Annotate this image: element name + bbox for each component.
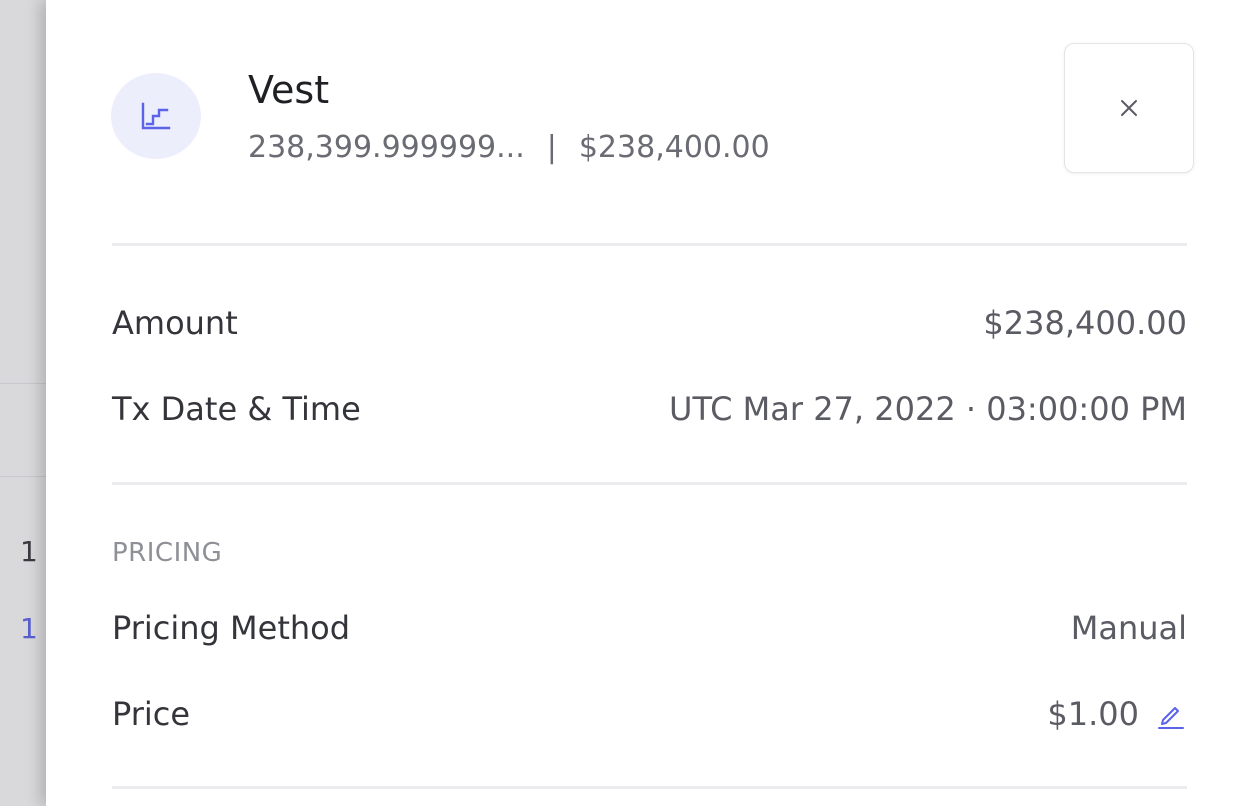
section-divider	[112, 243, 1187, 246]
background-divider	[0, 476, 46, 477]
pricing-method-value: Manual	[1070, 609, 1187, 647]
close-button[interactable]	[1064, 43, 1194, 173]
pricing-section-label: PRICING	[112, 538, 223, 568]
amount-value: $238,400.00	[983, 304, 1187, 342]
background-page: 1 1	[0, 0, 46, 806]
amount-row: Amount $238,400.00	[112, 301, 1187, 345]
datetime-label: Tx Date & Time	[112, 390, 361, 428]
section-divider	[112, 786, 1187, 789]
price-row: Price $1.00	[112, 692, 1187, 736]
vest-stairs-icon	[111, 73, 201, 159]
pricing-method-row: Pricing Method Manual	[112, 606, 1187, 650]
datetime-row: Tx Date & Time UTC Mar 27, 2022 · 03:00:…	[112, 387, 1187, 431]
price-value: $1.00	[1047, 695, 1139, 733]
pricing-method-label: Pricing Method	[112, 609, 351, 647]
value-text: $238,400.00	[578, 130, 770, 165]
transaction-detail-drawer: Vest 238,399.999999... | $238,400.00 Amoun…	[46, 0, 1240, 806]
price-label: Price	[112, 695, 191, 733]
transaction-type-title: Vest	[248, 68, 330, 112]
background-row-fragment: 1	[20, 612, 38, 645]
section-divider	[112, 482, 1187, 485]
amount-label: Amount	[112, 304, 238, 342]
background-row-fragment: 1	[20, 535, 38, 568]
transaction-summary: 238,399.999999... | $238,400.00	[248, 128, 770, 168]
close-icon	[1121, 100, 1137, 116]
quantity-text: 238,399.999999...	[248, 130, 525, 165]
background-divider	[0, 383, 46, 384]
datetime-value: UTC Mar 27, 2022 · 03:00:00 PM	[669, 390, 1187, 428]
pencil-icon[interactable]	[1153, 697, 1187, 731]
summary-separator: |	[546, 130, 557, 165]
price-value-group: $1.00	[1047, 692, 1187, 736]
